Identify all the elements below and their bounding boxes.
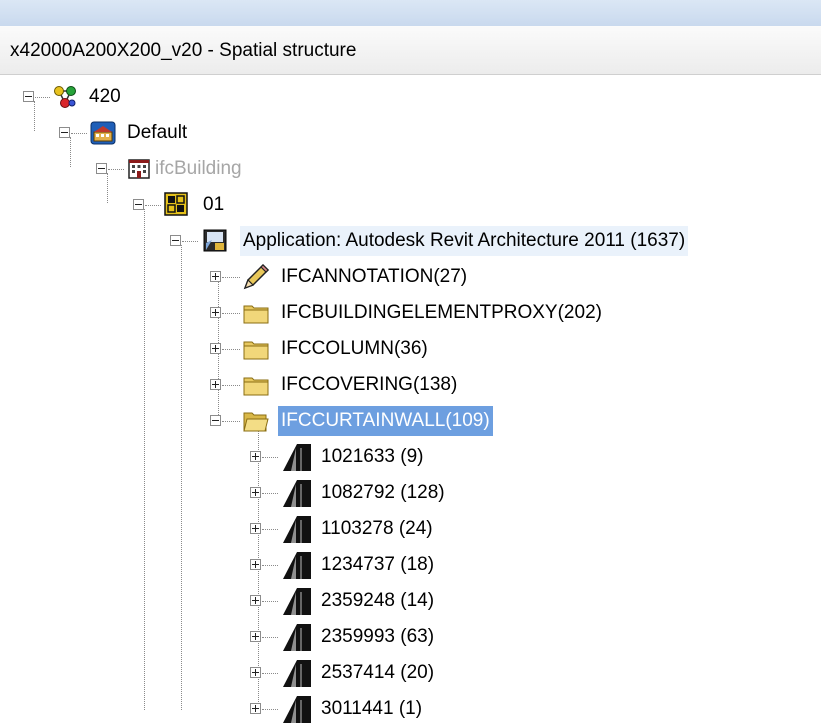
- tree-line: [222, 277, 240, 278]
- tree-node-curtainwall[interactable]: 1103278 (24): [318, 514, 436, 544]
- tree-node-group[interactable]: IFCCOVERING(138): [278, 370, 460, 400]
- tree-node-group-selected[interactable]: IFCCURTAINWALL(109): [278, 406, 493, 436]
- site-icon: [90, 121, 116, 145]
- tree-node-group[interactable]: IFCANNOTATION(27): [278, 262, 470, 292]
- tree-line: [71, 133, 87, 134]
- pencil-icon: [243, 263, 270, 290]
- tree-line: [262, 457, 278, 458]
- curtain-wall-icon: [283, 444, 311, 471]
- expand-toggle[interactable]: [250, 451, 261, 462]
- tree-node-curtainwall[interactable]: 2359993 (63): [318, 622, 437, 652]
- tree-line: [262, 529, 278, 530]
- tree-line: [34, 101, 35, 131]
- tree-line: [222, 385, 240, 386]
- expand-toggle[interactable]: [250, 523, 261, 534]
- tree-line: [144, 209, 145, 710]
- tree-line: [262, 673, 278, 674]
- expand-toggle[interactable]: [250, 667, 261, 678]
- tree-node-curtainwall[interactable]: 2359248 (14): [318, 586, 437, 616]
- tree-node-storey[interactable]: 01: [200, 190, 227, 220]
- tree-line: [262, 637, 278, 638]
- tree-node-site[interactable]: Default: [124, 118, 190, 148]
- tree-line: [182, 241, 198, 242]
- collapse-toggle[interactable]: [133, 199, 144, 210]
- tree-node-curtainwall[interactable]: 1082792 (128): [318, 478, 448, 508]
- top-bar: [0, 0, 821, 26]
- collapse-toggle[interactable]: [59, 127, 70, 138]
- tree-node-curtainwall[interactable]: 3011441 (1): [318, 694, 425, 724]
- tree-node-curtainwall[interactable]: 1234737 (18): [318, 550, 437, 580]
- storey-icon: [164, 192, 188, 216]
- collapse-toggle[interactable]: [23, 91, 34, 102]
- building-icon: [128, 159, 150, 179]
- curtain-wall-icon: [283, 552, 311, 579]
- tree-line: [262, 601, 278, 602]
- expand-toggle[interactable]: [210, 271, 221, 282]
- expand-toggle[interactable]: [250, 703, 261, 714]
- expand-toggle[interactable]: [250, 559, 261, 570]
- folder-icon: [243, 305, 269, 324]
- tree-line: [70, 137, 71, 167]
- panel-title: x42000A200X200_v20 - Spatial structure: [10, 40, 357, 61]
- panel-title-bar: x42000A200X200_v20 - Spatial structure: [0, 26, 821, 75]
- curtain-wall-icon: [283, 696, 311, 723]
- tree-node-application[interactable]: Application: Autodesk Revit Architecture…: [240, 226, 689, 256]
- tree-node-curtainwall[interactable]: 2537414 (20): [318, 658, 437, 688]
- tree-node-project[interactable]: 420: [86, 82, 124, 112]
- tree-line: [145, 205, 161, 206]
- folder-icon: [243, 377, 269, 396]
- tree-line: [262, 493, 278, 494]
- curtain-wall-icon: [283, 588, 311, 615]
- open-folder-icon: [243, 412, 269, 432]
- collapse-toggle[interactable]: [210, 415, 221, 426]
- collapse-toggle[interactable]: [96, 163, 107, 174]
- curtain-wall-icon: [283, 660, 311, 687]
- tree-node-building[interactable]: ifcBuilding: [152, 154, 245, 184]
- curtain-wall-icon: [283, 480, 311, 507]
- spatial-structure-tree[interactable]: 420 Default ifcBuilding 01 Application: …: [0, 75, 821, 723]
- tree-node-curtainwall[interactable]: 1021633 (9): [318, 442, 426, 472]
- expand-toggle[interactable]: [210, 307, 221, 318]
- tree-line: [222, 349, 240, 350]
- expand-toggle[interactable]: [250, 631, 261, 642]
- tree-line: [181, 245, 182, 710]
- tree-node-group[interactable]: IFCBUILDINGELEMENTPROXY(202): [278, 298, 605, 328]
- folder-icon: [243, 341, 269, 360]
- tree-node-group[interactable]: IFCCOLUMN(36): [278, 334, 431, 364]
- tree-line: [222, 421, 240, 422]
- tree-line: [108, 169, 124, 170]
- expand-toggle[interactable]: [210, 379, 221, 390]
- collapse-toggle[interactable]: [170, 235, 181, 246]
- tree-line: [35, 97, 50, 98]
- tree-line: [262, 565, 278, 566]
- application-icon: [203, 229, 227, 252]
- curtain-wall-icon: [283, 516, 311, 543]
- expand-toggle[interactable]: [250, 487, 261, 498]
- expand-toggle[interactable]: [210, 343, 221, 354]
- expand-toggle[interactable]: [250, 595, 261, 606]
- curtain-wall-icon: [283, 624, 311, 651]
- tree-line: [222, 313, 240, 314]
- tree-line: [107, 173, 108, 203]
- project-icon: [54, 86, 76, 108]
